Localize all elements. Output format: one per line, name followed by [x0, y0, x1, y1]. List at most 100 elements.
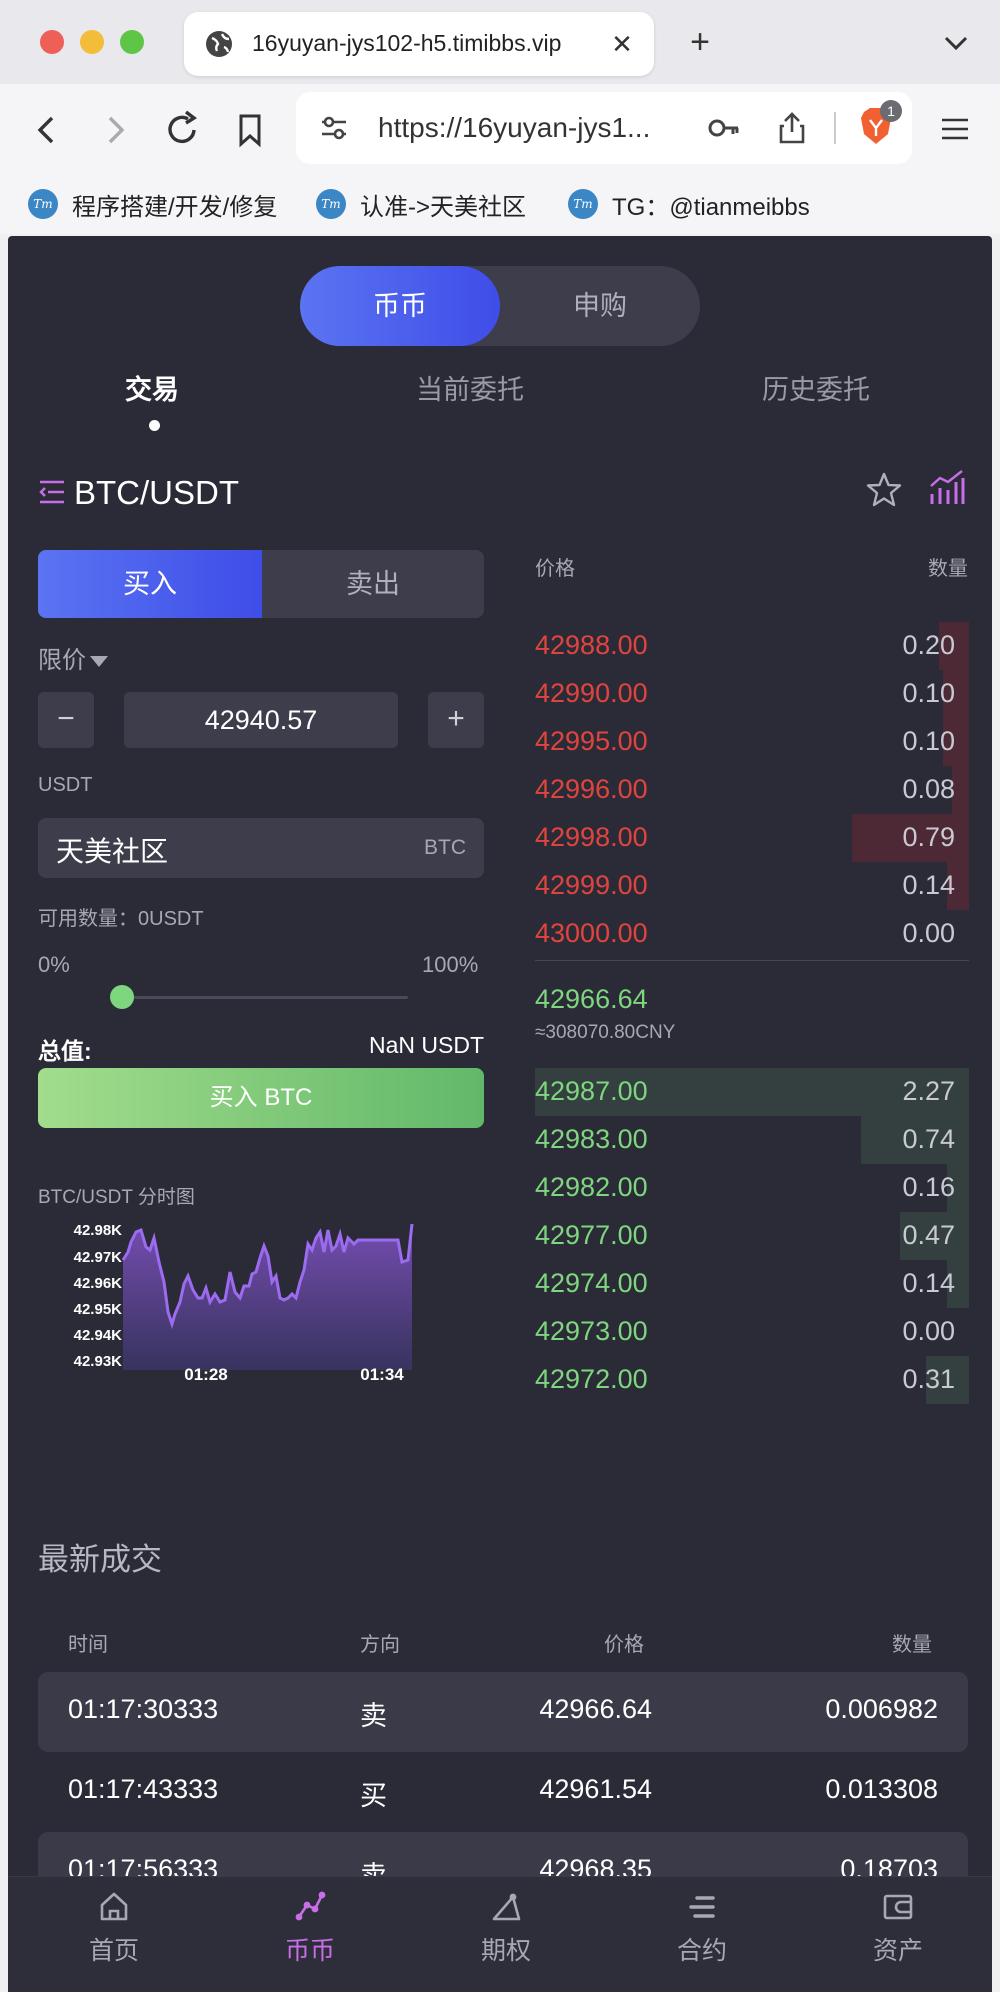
bid-qty: 0.74 — [902, 1124, 955, 1154]
menu-icon[interactable] — [938, 114, 972, 144]
tab-trade[interactable]: 交易 — [125, 368, 179, 407]
contract-icon — [689, 1896, 715, 1918]
ask-qty: 0.20 — [902, 630, 955, 660]
segment-subscribe[interactable]: 申购 — [500, 266, 700, 346]
ask-row[interactable]: 43000.00 0.00 — [535, 910, 969, 958]
trade-side: 买 — [360, 1781, 387, 1811]
pair-menu-icon[interactable] — [38, 478, 66, 506]
bid-row[interactable]: 42987.00 2.27 — [535, 1068, 969, 1116]
ask-price: 42998.00 — [535, 822, 648, 852]
y-tick: 42.95K — [74, 1301, 123, 1318]
percent-slider-thumb[interactable] — [110, 985, 134, 1009]
amount-input[interactable]: 天美社区 BTC — [38, 818, 484, 878]
sell-tab[interactable]: 卖出 — [262, 550, 484, 618]
site-settings-icon[interactable] — [316, 110, 352, 146]
bid-qty: 0.16 — [902, 1172, 955, 1202]
bookmark-item-3[interactable]: Tm TG：@tianmeibbs — [568, 186, 810, 222]
trades-header-qty: 数量 — [892, 1634, 932, 1656]
bid-row[interactable]: 42977.00 0.47 — [535, 1212, 969, 1260]
price-decrease-button[interactable]: − — [38, 692, 94, 748]
nav-label: 期权 — [480, 1937, 531, 1965]
orderbook-qty-header: 数量 — [928, 558, 968, 580]
trade-price: 42961.54 — [539, 1774, 652, 1804]
order-type-select[interactable]: 限价 — [38, 640, 108, 675]
ask-qty: 0.10 — [902, 678, 955, 708]
window-close-button[interactable] — [40, 30, 64, 54]
bid-row[interactable]: 42974.00 0.14 — [535, 1260, 969, 1308]
x-tick: 01:34 — [360, 1365, 404, 1382]
y-tick: 42.96K — [74, 1275, 123, 1292]
bid-row[interactable]: 42973.00 0.00 — [535, 1308, 969, 1356]
ask-row[interactable]: 42999.00 0.14 — [535, 862, 969, 910]
trade-time: 01:17:43333 — [68, 1774, 219, 1804]
wallet-icon — [883, 1894, 913, 1920]
ask-price: 42999.00 — [535, 870, 648, 900]
new-tab-button[interactable]: + — [680, 22, 720, 62]
window-minimize-button[interactable] — [80, 30, 104, 54]
ask-row[interactable]: 42995.00 0.10 — [535, 718, 969, 766]
segment-spot[interactable]: 币币 — [300, 266, 500, 346]
buy-tab[interactable]: 买入 — [38, 550, 262, 618]
trade-qty: 0.006982 — [825, 1694, 938, 1724]
share-icon[interactable] — [774, 110, 810, 146]
bid-price: 42987.00 — [535, 1076, 648, 1106]
nav-label: 合约 — [676, 1937, 727, 1965]
bid-row[interactable]: 42982.00 0.16 — [535, 1164, 969, 1212]
pair-name: BTC/USDT — [74, 474, 239, 511]
bookmark-item-2[interactable]: Tm 认准->天美社区 — [316, 186, 526, 222]
browser-tab-active[interactable]: 16yuyan-jys102-h5.timibbs.vip ✕ — [184, 12, 654, 76]
ask-row[interactable]: 42990.00 0.10 — [535, 670, 969, 718]
trade-time: 01:17:30333 — [68, 1694, 219, 1724]
bookmark-label: TG：@tianmeibbs — [612, 193, 810, 221]
slider-max-label: 100% — [422, 952, 479, 977]
total-label: 总值: — [38, 1038, 92, 1064]
trades-header-price: 价格 — [604, 1634, 644, 1656]
tab-order-history[interactable]: 历史委托 — [762, 368, 870, 407]
kline-chart-icon[interactable] — [928, 468, 966, 508]
orderbook-divider — [535, 960, 969, 961]
tab-open-orders[interactable]: 当前委托 — [416, 368, 524, 407]
window-zoom-button[interactable] — [120, 30, 144, 54]
ask-price: 42990.00 — [535, 678, 648, 708]
nav-options[interactable]: 期权 — [436, 1889, 576, 1979]
nav-label: 币币 — [284, 1937, 335, 1965]
ask-qty: 0.08 — [902, 774, 955, 804]
bid-price: 42982.00 — [535, 1172, 648, 1202]
nav-spot[interactable]: 币币 — [240, 1889, 380, 1979]
ask-qty: 0.14 — [902, 870, 955, 900]
ask-row[interactable]: 42996.00 0.08 — [535, 766, 969, 814]
price-input[interactable]: 42940.57 — [124, 692, 398, 748]
tab-title: 16yuyan-jys102-h5.timibbs.vip — [252, 30, 562, 56]
bid-qty: 2.27 — [902, 1076, 955, 1106]
key-icon[interactable] — [706, 110, 742, 146]
amount-input-text: 天美社区 — [56, 836, 169, 867]
nav-home[interactable]: 首页 — [44, 1889, 184, 1979]
nav-assets[interactable]: 资产 — [828, 1889, 968, 1979]
tab-close-icon[interactable]: ✕ — [604, 26, 640, 62]
ask-price: 42995.00 — [535, 726, 648, 756]
forward-arrow-icon[interactable] — [90, 106, 138, 154]
favorite-star-icon[interactable] — [864, 470, 904, 510]
bookmark-label: 程序搭建/开发/修复 — [72, 193, 278, 221]
reload-icon[interactable] — [158, 106, 206, 154]
globe-icon — [206, 31, 232, 57]
tab-list-chevron-icon[interactable] — [936, 26, 976, 62]
bid-row[interactable]: 42983.00 0.74 — [535, 1116, 969, 1164]
ask-row[interactable]: 42998.00 0.79 — [535, 814, 969, 862]
address-bar[interactable]: https://16yuyan-jys1... — [296, 92, 912, 164]
price-increase-button[interactable]: + — [428, 692, 484, 748]
ask-price: 42988.00 — [535, 630, 648, 660]
nav-contract[interactable]: 合约 — [632, 1889, 772, 1979]
url-text: https://16yuyan-jys1... — [378, 112, 651, 143]
slider-min-label: 0% — [38, 952, 70, 977]
bid-row[interactable]: 42972.00 0.31 — [535, 1356, 969, 1404]
buy-submit-button[interactable]: 买入 BTC — [38, 1068, 484, 1128]
bid-price: 42977.00 — [535, 1220, 648, 1250]
price-unit-label: USDT — [38, 774, 93, 796]
back-arrow-icon[interactable] — [24, 106, 72, 154]
bookmark-icon[interactable] — [226, 106, 274, 154]
percent-slider-track[interactable] — [118, 996, 408, 999]
bookmark-item-1[interactable]: Tm 程序搭建/开发/修复 — [28, 186, 277, 222]
ask-row[interactable]: 42988.00 0.20 — [535, 622, 969, 670]
bid-qty: 0.31 — [902, 1364, 955, 1394]
